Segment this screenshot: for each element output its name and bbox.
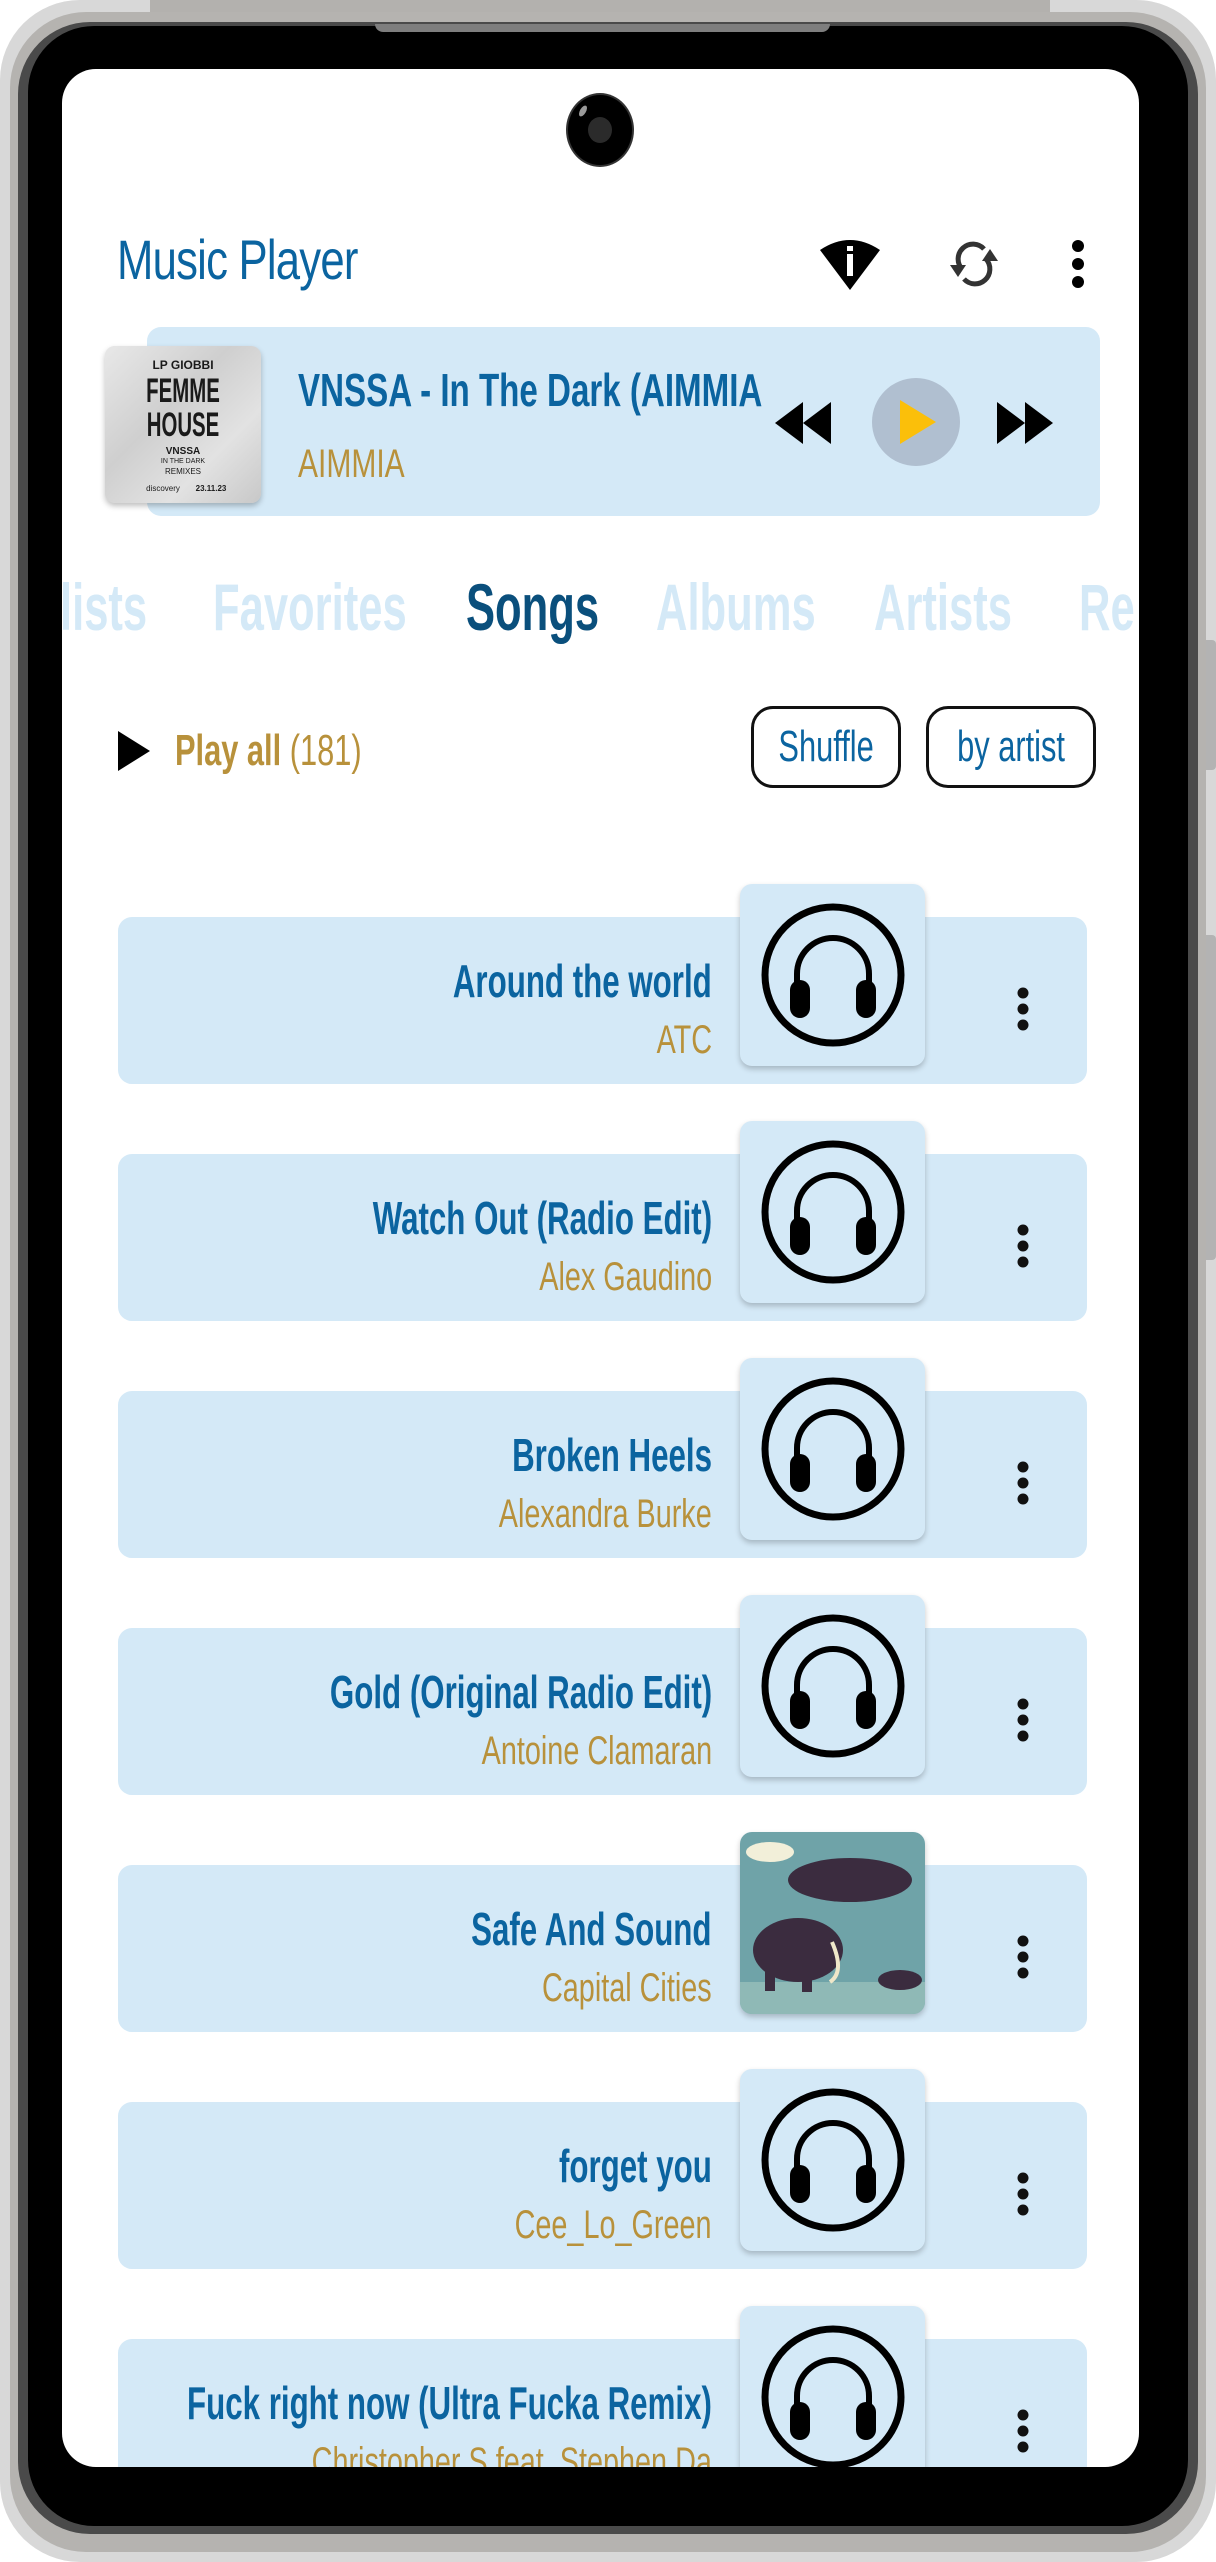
song-list-item[interactable]: forget you Cee_Lo_Green	[118, 2069, 1087, 2269]
song-list-item[interactable]: Fuck right now (Ultra Fucka Remix) Chris…	[118, 2306, 1087, 2467]
shuffle-button[interactable]: Shuffle	[751, 706, 901, 788]
song-artist: Alex Gaudino	[539, 1255, 712, 1299]
song-artist: Christopher S feat. Stephen Da	[311, 2440, 712, 2467]
song-more-button[interactable]	[998, 1685, 1048, 1755]
fast-forward-icon	[997, 402, 1053, 444]
more-vert-icon	[1017, 1935, 1029, 1979]
song-list-item[interactable]: Gold (Original Radio Edit) Antoine Clama…	[118, 1595, 1087, 1795]
song-thumbnail[interactable]	[740, 1358, 925, 1540]
song-list-item[interactable]: Broken Heels Alexandra Burke	[118, 1358, 1087, 1558]
tab-favorites[interactable]: Favorites	[213, 569, 407, 645]
tab-recent[interactable]: Re	[1079, 569, 1135, 645]
headphones-icon	[761, 2325, 904, 2467]
song-thumbnail[interactable]	[740, 1595, 925, 1777]
more-vert-icon	[1017, 1698, 1029, 1742]
more-vert-icon	[1017, 987, 1029, 1031]
song-more-button[interactable]	[998, 1922, 1048, 1992]
song-thumbnail[interactable]	[740, 2069, 925, 2251]
tab-albums[interactable]: Albums	[656, 569, 816, 645]
album-art-image	[740, 1832, 925, 2014]
song-title: Watch Out (Radio Edit)	[372, 1192, 712, 1244]
more-vert-icon	[1017, 1224, 1029, 1268]
now-playing-title[interactable]: VNSSA - In The Dark (AIMMIA	[298, 363, 816, 417]
headphones-icon	[761, 2088, 904, 2232]
volume-button	[1206, 640, 1216, 770]
play-all-text: Play all	[175, 726, 282, 775]
song-artist: Antoine Clamaran	[481, 1729, 712, 1773]
play-all-label[interactable]: Play all (181)	[175, 726, 362, 776]
power-button	[1206, 935, 1216, 1260]
library-tabs: lists Favorites Songs Albums Artists Re	[62, 569, 1139, 659]
song-more-button[interactable]	[998, 2396, 1048, 2466]
song-artist: Cee_Lo_Green	[515, 2203, 712, 2247]
song-title: Fuck right now (Ultra Fucka Remix)	[187, 2377, 712, 2429]
app-title: Music Player	[117, 228, 358, 291]
overflow-menu-button[interactable]	[1043, 229, 1113, 299]
song-list: Around the world ATC Watch Out (Radio Ed…	[62, 809, 1139, 2467]
by-artist-label: by artist	[957, 722, 1065, 771]
song-title: Gold (Original Radio Edit)	[329, 1666, 712, 1718]
tab-songs[interactable]: Songs	[466, 569, 599, 645]
rewind-icon	[775, 402, 831, 444]
more-vert-icon	[1017, 1461, 1029, 1505]
sort-by-artist-button[interactable]: by artist	[926, 706, 1096, 788]
tab-artists[interactable]: Artists	[874, 569, 1012, 645]
sync-button[interactable]	[939, 229, 1009, 299]
sync-icon	[950, 241, 998, 287]
speaker-grille	[375, 24, 830, 32]
play-button[interactable]	[872, 378, 960, 466]
song-artist: Alexandra Burke	[499, 1492, 712, 1536]
song-thumbnail[interactable]	[740, 1832, 925, 2014]
shuffle-label: Shuffle	[778, 722, 874, 771]
play-arrow-icon	[118, 731, 150, 771]
song-list-item[interactable]: Around the world ATC	[118, 884, 1087, 1084]
play-all-button[interactable]	[118, 731, 150, 776]
now-playing-album-art[interactable]: LP GIOBBI FEMME HOUSE VNSSA IN THE DARK …	[105, 346, 261, 503]
song-thumbnail[interactable]	[740, 2306, 925, 2467]
headphones-icon	[761, 1614, 904, 1758]
song-list-item[interactable]: Safe And Sound Capital Cities	[118, 1832, 1087, 2032]
play-icon	[900, 400, 936, 444]
tab-playlists[interactable]: lists	[62, 569, 147, 645]
song-more-button[interactable]	[998, 1448, 1048, 1518]
info-button[interactable]	[815, 229, 885, 299]
song-artist: ATC	[656, 1018, 712, 1062]
headphones-icon	[761, 1377, 904, 1521]
song-thumbnail[interactable]	[740, 1121, 925, 1303]
song-title: forget you	[559, 2140, 712, 2192]
song-title: Safe And Sound	[471, 1903, 712, 1955]
song-more-button[interactable]	[998, 974, 1048, 1044]
more-vert-icon	[1017, 2409, 1029, 2453]
info-signal-icon	[820, 240, 880, 290]
front-camera	[568, 95, 632, 165]
song-artist: Capital Cities	[542, 1966, 712, 2010]
now-playing-artist: AIMMIA	[298, 442, 405, 486]
previous-button[interactable]	[770, 383, 840, 463]
song-list-item[interactable]: Watch Out (Radio Edit) Alex Gaudino	[118, 1121, 1087, 1321]
song-thumbnail[interactable]	[740, 884, 925, 1066]
more-vert-icon	[1017, 2172, 1029, 2216]
headphones-icon	[761, 903, 904, 1047]
song-title: Broken Heels	[512, 1429, 712, 1481]
headphones-icon	[761, 1140, 904, 1284]
more-vert-icon	[1072, 240, 1084, 288]
song-title: Around the world	[453, 955, 712, 1007]
next-button[interactable]	[992, 383, 1062, 463]
song-more-button[interactable]	[998, 1211, 1048, 1281]
song-more-button[interactable]	[998, 2159, 1048, 2229]
song-count: (181)	[289, 726, 362, 775]
app-screen: Music Player LP GIOBBI FEMME HOUSE VNSSA…	[62, 69, 1139, 2467]
